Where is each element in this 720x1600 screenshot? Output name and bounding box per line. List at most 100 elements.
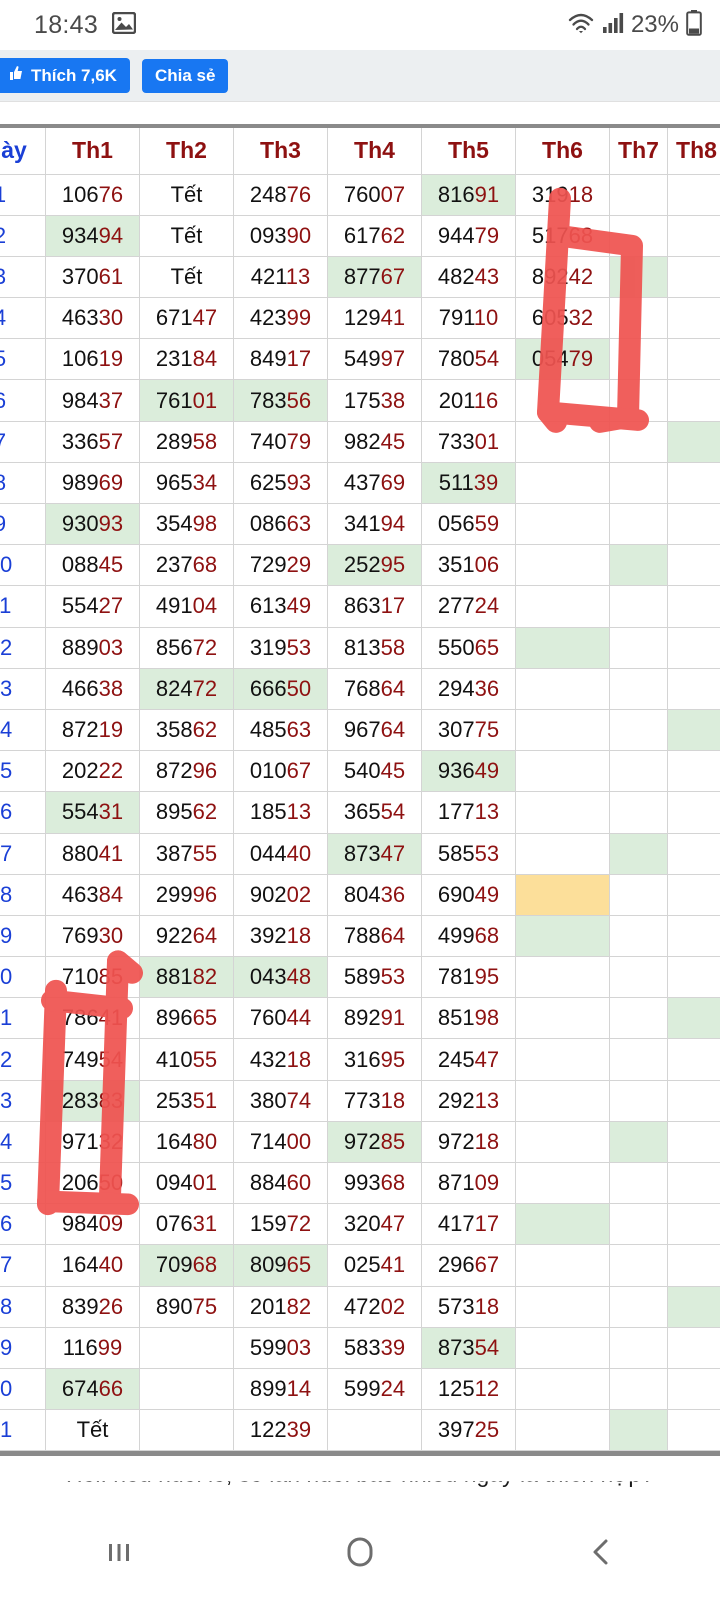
table-cell xyxy=(515,461,610,505)
number-head: 202 xyxy=(61,758,99,784)
number-head: 971 xyxy=(61,1128,99,1154)
table-cell xyxy=(609,997,668,1040)
number-head: 674 xyxy=(61,1376,99,1402)
number-tail: 38 xyxy=(98,675,124,701)
table-cell: 42113 xyxy=(233,255,328,299)
home-icon[interactable] xyxy=(341,1533,379,1576)
table-cell: 29436 xyxy=(421,667,516,710)
table-cell xyxy=(327,1409,422,1452)
number-head: 816 xyxy=(437,181,475,207)
number-tail: 63 xyxy=(286,511,312,537)
share-button[interactable]: Chia sẻ xyxy=(141,58,229,93)
tet-label: Tết xyxy=(170,263,203,289)
number-tail: 97 xyxy=(380,346,406,372)
table-cell xyxy=(667,667,720,710)
table-cell: 15972 xyxy=(233,1203,328,1246)
number-head: 849 xyxy=(249,346,287,372)
table-cell: 29996 xyxy=(139,873,234,916)
table-cell xyxy=(515,832,610,875)
table-cell: 79110 xyxy=(421,297,516,340)
number-head: 554 xyxy=(61,593,99,619)
recents-icon[interactable] xyxy=(102,1535,136,1574)
number-tail: 06 xyxy=(474,552,500,578)
number-tail: 79 xyxy=(474,222,500,248)
table-cell: 78356 xyxy=(233,379,328,422)
table-cell xyxy=(609,214,668,257)
number-tail: 01 xyxy=(192,387,218,413)
number-head: 316 xyxy=(343,1046,381,1072)
number-tail: 99 xyxy=(286,305,312,331)
table-cell: 20222 xyxy=(45,750,140,793)
row-day-label: 31 xyxy=(0,1409,46,1452)
table-cell: 55427 xyxy=(45,585,140,628)
table-row: 148721935862485639676430775 xyxy=(0,708,720,752)
number-head: 881 xyxy=(155,964,193,990)
number-head: 934 xyxy=(61,222,99,248)
number-head: 605 xyxy=(531,305,569,331)
row-day-label: 14 xyxy=(0,708,46,752)
table-cell xyxy=(515,626,610,669)
table-cell xyxy=(139,1326,234,1369)
number-head: 873 xyxy=(437,1334,475,1360)
table-cell: 99368 xyxy=(327,1161,422,1205)
number-head: 989 xyxy=(61,469,99,495)
number-head: 922 xyxy=(155,922,193,948)
table-cell: 71400 xyxy=(233,1120,328,1164)
number-head: 710 xyxy=(61,964,99,990)
number-tail: 55 xyxy=(192,840,218,866)
number-head: 094 xyxy=(155,1170,193,1196)
number-head: 437 xyxy=(343,469,381,495)
table-cell: 97132 xyxy=(45,1120,140,1164)
back-icon[interactable] xyxy=(584,1535,618,1574)
number-tail: 54 xyxy=(474,346,500,372)
table-cell xyxy=(667,750,720,793)
table-cell xyxy=(515,1120,610,1164)
table-cell: 11699 xyxy=(45,1326,140,1369)
number-head: 613 xyxy=(249,593,287,619)
table-row: 2911699599035833987354 xyxy=(0,1326,720,1369)
table-cell: 76007 xyxy=(327,173,422,216)
number-tail: 18 xyxy=(286,922,312,948)
table-cell: 67466 xyxy=(45,1367,140,1411)
table-cell: 39218 xyxy=(233,914,328,958)
number-tail: 57 xyxy=(98,428,124,454)
number-head: 944 xyxy=(437,222,475,248)
table-cell: 76930 xyxy=(45,914,140,958)
table-cell: 24547 xyxy=(421,1038,516,1081)
table-cell xyxy=(609,420,668,463)
number-head: 583 xyxy=(343,1334,381,1360)
lottery-result-table-container[interactable]: ngàyTh1Th2Th3Th4Th5Th6Th7Th8 110676Tết24… xyxy=(0,124,720,1457)
table-cell: 85198 xyxy=(421,997,516,1040)
number-tail: 69 xyxy=(98,469,124,495)
table-cell: 25295 xyxy=(327,544,422,587)
table-cell xyxy=(667,502,720,546)
status-bar-left: 18:43 xyxy=(34,11,137,40)
table-row: 184638429996902028043669049 xyxy=(0,873,720,916)
table-cell: 29213 xyxy=(421,1079,516,1122)
table-cell xyxy=(667,873,720,916)
number-head: 320 xyxy=(343,1211,381,1237)
number-head: 791 xyxy=(438,305,474,331)
table-cell: 46638 xyxy=(45,667,140,710)
table-header-month-8: Th8 xyxy=(667,128,720,175)
table-cell: 46384 xyxy=(45,873,140,916)
number-tail: 95 xyxy=(380,1046,406,1072)
table-cell: 51768 xyxy=(515,214,610,257)
like-button[interactable]: Thích 7,6K xyxy=(0,58,130,93)
number-tail: 84 xyxy=(98,881,124,907)
tet-label: Tết xyxy=(170,222,203,248)
table-cell: 89914 xyxy=(233,1367,328,1411)
number-tail: 54 xyxy=(98,1046,124,1072)
table-cell xyxy=(139,1367,234,1411)
table-cell xyxy=(609,1203,668,1246)
number-tail: 30 xyxy=(98,305,124,331)
table-cell: 81691 xyxy=(421,173,516,216)
table-body: 110676Tết24876760078169131918293494Tết09… xyxy=(0,173,720,1452)
number-tail: 38 xyxy=(380,387,406,413)
number-head: 351 xyxy=(437,552,475,578)
number-tail: 18 xyxy=(474,1128,500,1154)
number-tail: 82 xyxy=(192,964,218,990)
table-cell: 08663 xyxy=(233,502,328,546)
number-tail: 67 xyxy=(286,758,312,784)
table-cell: 87354 xyxy=(421,1326,516,1369)
